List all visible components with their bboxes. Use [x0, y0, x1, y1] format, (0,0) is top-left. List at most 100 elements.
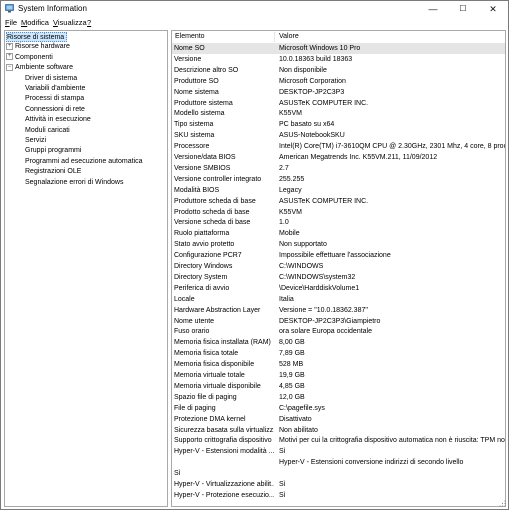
expand-icon[interactable]: + — [6, 53, 13, 61]
table-row[interactable]: Versione scheda di base 1.0 — [172, 218, 505, 228]
menu-help[interactable]: ? — [87, 17, 91, 28]
resize-grip-icon[interactable] — [498, 499, 506, 507]
table-row[interactable]: Tipo sistema PC basato su x64 — [172, 120, 505, 130]
tree-item-label: Risorse di sistema — [7, 34, 65, 41]
tree-item[interactable]: Registrazioni OLE — [25, 167, 81, 177]
tree-item-label: Attività in esecuzione — [25, 116, 91, 124]
row-key: Produttore scheda di base — [174, 197, 256, 205]
category-tree[interactable]: Risorse di sistema + Risorse hardware + Comp… — [4, 30, 168, 507]
minimize-button[interactable]: — — [418, 1, 448, 17]
table-row[interactable]: SKU sistema ASUS-NotebookSKU — [172, 131, 505, 141]
row-key: Produttore sistema — [174, 99, 233, 107]
table-row[interactable]: Hyper-V - Protezione esecuzio... Sì — [172, 491, 505, 501]
tree-item[interactable]: Processi di stampa — [25, 94, 84, 104]
row-key: Memoria fisica disponibile — [174, 361, 255, 369]
table-row[interactable]: Supporto crittografia dispositivo Motivi … — [172, 436, 505, 446]
tree-item-label: Segnalazione errori di Windows — [25, 178, 124, 186]
table-row[interactable]: File di paging C:\pagefile.sys — [172, 404, 505, 414]
row-value: \Device\HarddiskVolume1 — [279, 284, 360, 292]
table-row[interactable]: Protezione DMA kernel Disattivato — [172, 415, 505, 425]
tree-item[interactable]: Variabili d'ambiente — [25, 84, 85, 94]
row-key: Produttore SO — [174, 77, 219, 85]
table-row[interactable]: Produttore sistema ASUSTeK COMPUTER INC. — [172, 99, 505, 109]
table-row[interactable]: Versione/data BIOS American Megatrends In… — [172, 153, 505, 163]
table-row[interactable]: Modello sistema K55VM — [172, 109, 505, 119]
tree-item[interactable]: + Componenti — [6, 53, 53, 63]
tree-item[interactable]: Servizi — [25, 136, 46, 146]
table-row[interactable]: Locale Italia — [172, 295, 505, 305]
table-row[interactable]: Nome SO Microsoft Windows 10 Pro — [172, 44, 505, 54]
row-value: Mobile — [279, 230, 300, 238]
table-row[interactable]: Directory System C:\WINDOWS\system32 — [172, 273, 505, 283]
tree-item[interactable]: Driver di sistema — [25, 74, 77, 84]
table-row[interactable]: Hardware Abstraction Layer Versione = "10… — [172, 306, 505, 316]
table-row[interactable]: Memoria fisica totale 7,89 GB — [172, 349, 505, 359]
table-row[interactable]: Memoria fisica disponibile 528 MB — [172, 360, 505, 370]
row-value: ASUSTeK COMPUTER INC. — [279, 197, 369, 205]
row-key: Configurazione PCR7 — [174, 252, 242, 260]
row-key: Periferica di avvio — [174, 284, 230, 292]
row-value: 4,85 GB — [279, 382, 305, 390]
menu-modifica[interactable]: Modifica — [21, 17, 49, 28]
table-row[interactable]: Periferica di avvio \Device\HarddiskVolum… — [172, 284, 505, 294]
table-row[interactable]: Produttore scheda di base ASUSTeK COMPUTE… — [172, 197, 505, 207]
table-row[interactable]: Stato avvio protetto Non supportato — [172, 240, 505, 250]
table-row[interactable]: Memoria virtuale totale 19,9 GB — [172, 371, 505, 381]
table-row[interactable]: Configurazione PCR7 Impossibile effettuar… — [172, 251, 505, 261]
table-row[interactable]: Directory Windows C:\WINDOWS — [172, 262, 505, 272]
tree-item[interactable]: Attività in esecuzione — [25, 115, 91, 125]
table-row[interactable]: Hyper-V - Estensioni modalità ... Sì — [172, 447, 505, 457]
row-key: Nome SO — [174, 45, 205, 52]
table-row[interactable]: Processore Intel(R) Core(TM) i7-3610QM CP… — [172, 142, 505, 152]
tree-item[interactable]: Moduli caricati — [25, 126, 70, 136]
table-row[interactable]: Versione SMBIOS 2.7 — [172, 164, 505, 174]
column-header-elemento[interactable]: Elemento — [172, 31, 274, 43]
table-row[interactable]: Descrizione altro SO Non disponibile — [172, 66, 505, 76]
menu-visualizza[interactable]: Visualizza — [53, 17, 87, 28]
table-row[interactable]: Nome utente DESKTOP-JP2C3P3\Giampietro — [172, 317, 505, 327]
table-row[interactable]: Sicurezza basata sulla virtualizz... Non … — [172, 426, 505, 436]
tree-item[interactable]: + Risorse hardware — [6, 42, 70, 52]
menu-file[interactable]: File — [5, 17, 17, 28]
row-key: Hardware Abstraction Layer — [174, 306, 261, 314]
table-row[interactable]: Memoria virtuale disponibile 4,85 GB — [172, 382, 505, 392]
tree-item[interactable]: Risorse di sistema — [6, 32, 68, 42]
collapse-icon[interactable]: − — [6, 63, 13, 71]
row-value: K55VM — [279, 208, 302, 216]
table-row[interactable]: Nome sistema DESKTOP-JP2C3P3 — [172, 88, 505, 98]
system-information-app-icon — [5, 4, 14, 13]
table-row[interactable]: Memoria fisica installata (RAM) 8,00 GB — [172, 338, 505, 348]
table-row[interactable]: Spazio file di paging 12,0 GB — [172, 393, 505, 403]
row-value: Non supportato — [279, 241, 327, 249]
table-row[interactable]: Hyper-V - Virtualizzazione abilit... Sì — [172, 480, 505, 490]
column-header-valore[interactable]: Valore — [276, 31, 505, 43]
row-value: 528 MB — [279, 361, 304, 369]
table-row[interactable]: Hyper-V - Estensioni conversione indiriz… — [172, 458, 505, 468]
table-row[interactable]: Modalità BIOS Legacy — [172, 186, 505, 196]
tree-item[interactable]: Connessioni di rete — [25, 105, 85, 115]
row-value: Intel(R) Core(TM) i7-3610QM CPU @ 2.30GH… — [279, 143, 506, 151]
table-row[interactable]: Versione controller integrato 255.255 — [172, 175, 505, 185]
row-value: Sì — [279, 491, 286, 499]
tree-item-label: Programmi ad esecuzione automatica — [25, 157, 143, 165]
tree-item[interactable]: Segnalazione errori di Windows — [25, 178, 123, 188]
tree-item[interactable]: Programmi ad esecuzione automatica — [25, 157, 143, 167]
row-key: Hyper-V - Protezione esecuzio... — [174, 491, 274, 499]
table-row[interactable]: Fuso orario ora solare Europa occidentale — [172, 327, 505, 337]
close-button[interactable]: ✕ — [478, 1, 508, 17]
row-value: 10.0.18363 build 18363 — [279, 55, 353, 63]
tree-item[interactable]: Gruppi programmi — [25, 146, 81, 156]
table-row[interactable]: Prodotto scheda di base K55VM — [172, 208, 505, 218]
title-bar[interactable]: System Information — ☐ ✕ — [1, 1, 508, 17]
tree-item-label: Moduli caricati — [25, 126, 70, 134]
details-list[interactable]: Elemento Valore Nome SO Microsoft Windows… — [171, 30, 506, 507]
table-row[interactable]: Sì — [172, 469, 505, 479]
expand-icon[interactable]: + — [6, 43, 13, 51]
column-separator[interactable] — [274, 32, 275, 42]
table-row[interactable]: Ruolo piattaforma Mobile — [172, 229, 505, 239]
tree-item[interactable]: − Ambiente software — [6, 63, 73, 73]
table-row[interactable]: Produttore SO Microsoft Corporation — [172, 77, 505, 87]
table-row[interactable]: Versione 10.0.18363 build 18363 — [172, 55, 505, 65]
maximize-button[interactable]: ☐ — [448, 1, 478, 17]
row-key: Processore — [174, 143, 210, 151]
